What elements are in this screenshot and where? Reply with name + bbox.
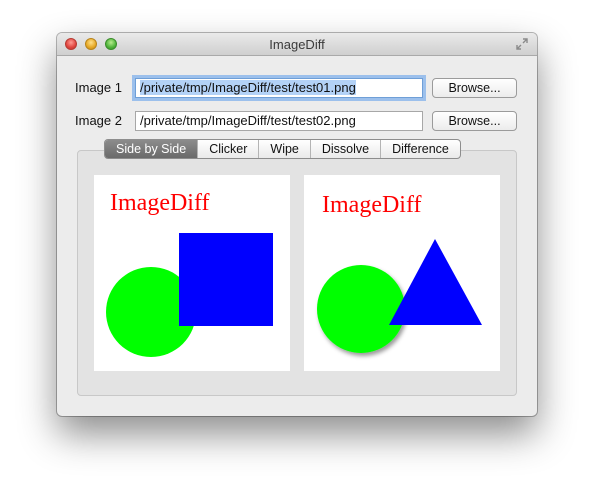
image2-browse-button[interactable]: Browse... (432, 111, 517, 131)
image2-label: Image 2 (75, 113, 122, 128)
image2-green-circle (317, 265, 405, 353)
tab-side-by-side[interactable]: Side by Side (105, 140, 198, 158)
image1-path-text: /private/tmp/ImageDiff/test/test01.png (140, 80, 356, 95)
image2-preview: ImageDiff (304, 175, 500, 371)
image2-title-text: ImageDiff (322, 192, 422, 218)
imagediff-window: ImageDiff Image 1 /private/tmp/ImageDiff… (57, 33, 537, 416)
image2-path-field[interactable]: /private/tmp/ImageDiff/test/test02.png (135, 111, 423, 131)
image1-preview: ImageDiff (94, 175, 290, 371)
view-mode-tabs: Side by Side Clicker Wipe Dissolve Diffe… (104, 139, 461, 159)
window-title: ImageDiff (269, 37, 325, 52)
image1-label: Image 1 (75, 80, 122, 95)
image1-title-text: ImageDiff (110, 190, 210, 216)
tab-dissolve[interactable]: Dissolve (309, 140, 380, 158)
tab-clicker[interactable]: Clicker (197, 140, 258, 158)
image1-path-field[interactable]: /private/tmp/ImageDiff/test/test01.png (135, 78, 423, 98)
image2-blue-triangle (389, 239, 482, 325)
title-bar[interactable]: ImageDiff (57, 33, 537, 56)
image1-blue-square (179, 233, 273, 326)
fullscreen-icon[interactable] (515, 37, 529, 51)
tab-difference[interactable]: Difference (380, 140, 460, 158)
tab-wipe[interactable]: Wipe (258, 140, 309, 158)
image1-browse-button[interactable]: Browse... (432, 78, 517, 98)
